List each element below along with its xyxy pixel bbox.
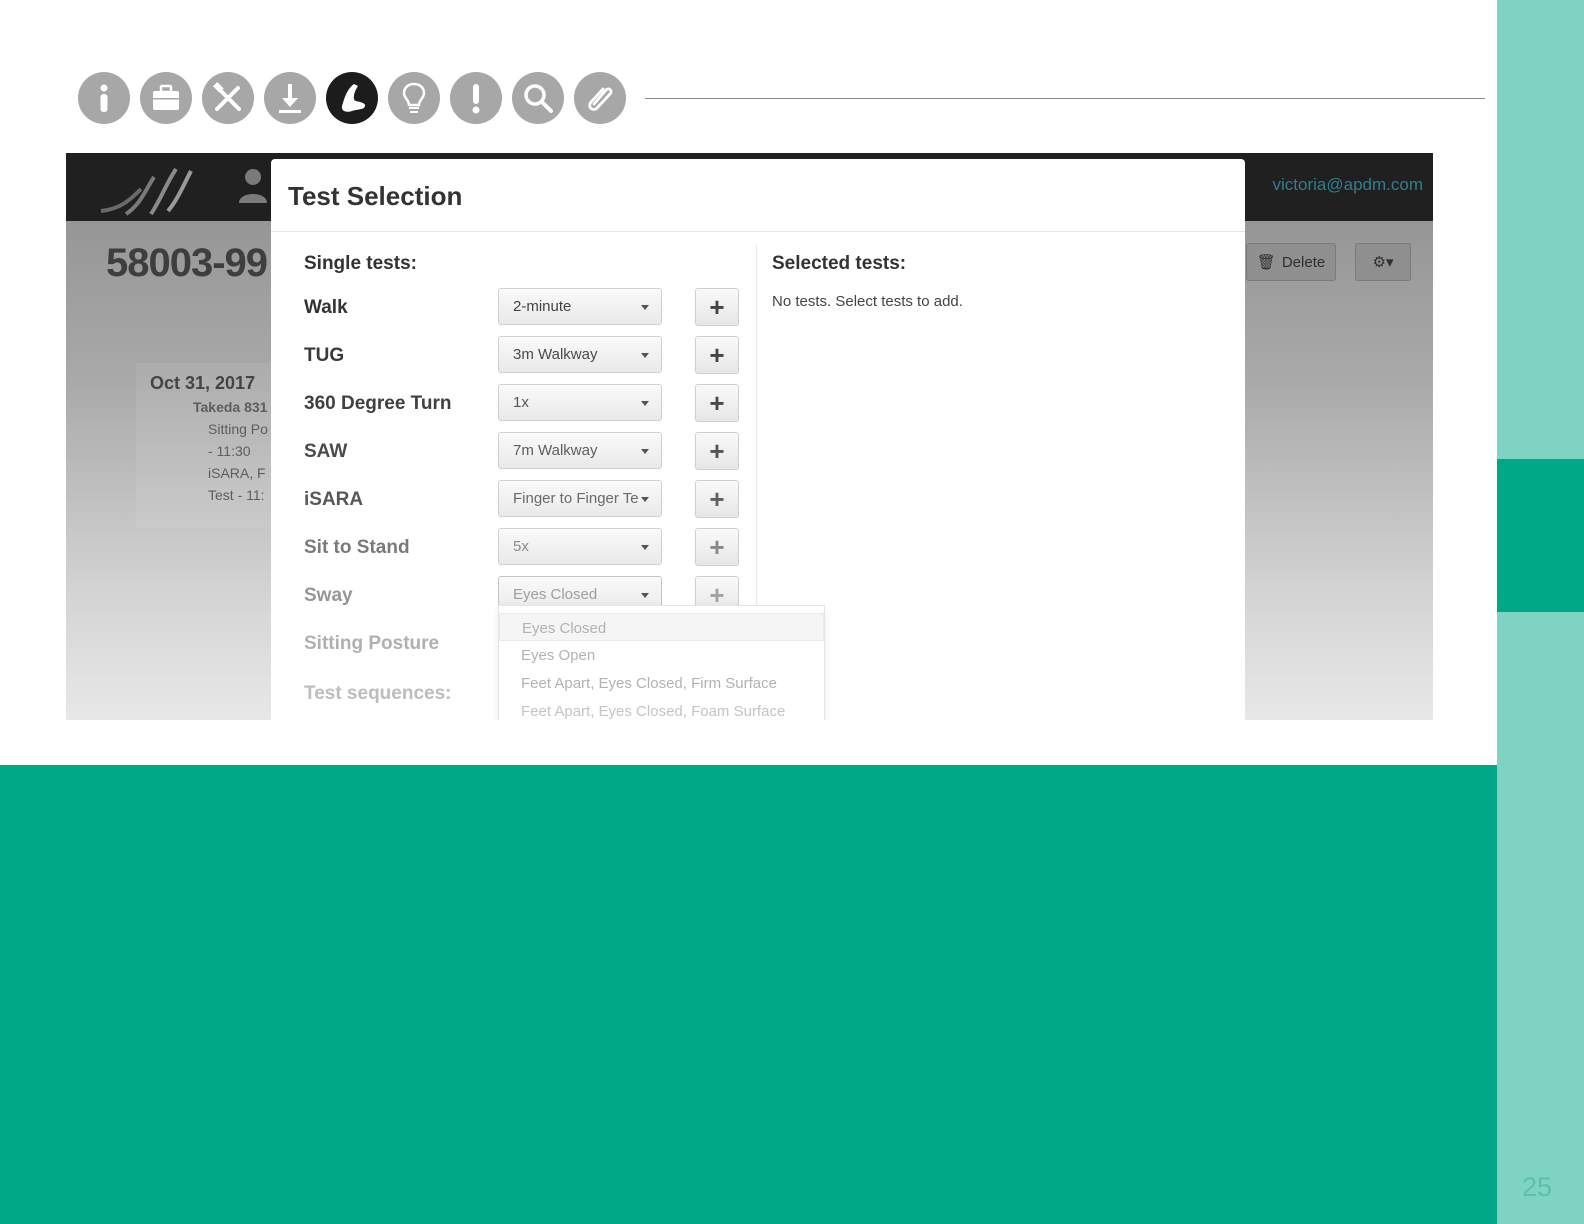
tug-option-select[interactable]: 3m Walkway (498, 336, 662, 373)
add-walk-button[interactable]: + (695, 288, 739, 326)
brand-logo (100, 167, 193, 216)
caret-down-icon (641, 305, 649, 310)
side-accent-strip (1497, 0, 1584, 1224)
test-label: 360 Degree Turn (304, 393, 452, 414)
session-line: iSARA, F (208, 465, 266, 481)
info-icon[interactable] (78, 72, 130, 124)
record-title: 58003-99 (106, 241, 268, 285)
selected-tests-heading: Selected tests: (772, 253, 907, 274)
test-row-sit-to-stand: Sit to Stand 5x + (304, 528, 754, 566)
slide-page: 25 victoria@apdm.com 58003-99 🗑 Delete ⚙… (0, 0, 1584, 1224)
test-label: TUG (304, 345, 345, 366)
test-sequences-heading: Test sequences: (304, 683, 452, 704)
add-sit-to-stand-button[interactable]: + (695, 528, 739, 566)
settings-menu-button[interactable]: ⚙▾ (1355, 243, 1411, 281)
sit-to-stand-option-select[interactable]: 5x (498, 528, 662, 565)
search-icon[interactable] (512, 72, 564, 124)
column-divider (756, 245, 757, 615)
plus-icon: + (709, 436, 725, 466)
caret-down-icon (641, 401, 649, 406)
test-label: Sit to Stand (304, 537, 410, 558)
user-icon[interactable] (238, 167, 268, 203)
add-saw-button[interactable]: + (695, 432, 739, 470)
session-line: Takeda 831 (193, 399, 268, 415)
isara-option-select[interactable]: Finger to Finger Te (498, 480, 662, 517)
trash-icon: 🗑 (1256, 254, 1276, 271)
exclamation-icon[interactable] (450, 72, 502, 124)
session-line: Test - 11: (208, 487, 265, 503)
download-icon[interactable] (264, 72, 316, 124)
single-tests-heading: Single tests: (304, 253, 417, 274)
test-row-saw: SAW 7m Walkway + (304, 432, 754, 470)
plus-icon: + (709, 388, 725, 418)
test-label: Sway (304, 585, 353, 606)
plus-icon: + (709, 340, 725, 370)
walk-option-select[interactable]: 2-minute (498, 288, 662, 325)
select-value: 1x (513, 394, 529, 411)
page-number: 25 (1522, 1172, 1553, 1202)
modal-divider (271, 231, 1245, 232)
foot-icon[interactable] (326, 72, 378, 124)
test-row-360-turn: 360 Degree Turn 1x + (304, 384, 754, 422)
test-label: Sitting Posture (304, 633, 440, 654)
delete-button-label: Delete (1281, 253, 1326, 271)
session-date: Oct 31, 2017 (150, 373, 256, 393)
saw-option-select[interactable]: 7m Walkway (498, 432, 662, 469)
caret-down-icon (641, 593, 649, 598)
add-tug-button[interactable]: + (695, 336, 739, 374)
header-divider (645, 98, 1485, 99)
test-row-walk: Walk 2-minute + (304, 288, 754, 326)
tools-icon[interactable] (202, 72, 254, 124)
caret-down-icon (641, 353, 649, 358)
sway-options-dropdown: Eyes Closed Eyes Open Feet Apart, Eyes C… (498, 605, 825, 720)
session-line: - 11:30 (208, 443, 251, 459)
select-value: Finger to Finger Te (513, 490, 639, 507)
plus-icon: + (709, 292, 725, 322)
turn-option-select[interactable]: 1x (498, 384, 662, 421)
select-value: 7m Walkway (513, 442, 598, 459)
user-email[interactable]: victoria@apdm.com (1273, 175, 1423, 195)
dropdown-option[interactable]: Feet Apart, Eyes Closed, Foam Surface (499, 697, 824, 720)
dropdown-option[interactable]: Eyes Closed (499, 613, 824, 641)
side-accent-block (1497, 459, 1584, 612)
caret-down-icon (641, 497, 649, 502)
delete-button[interactable]: 🗑 Delete (1246, 243, 1336, 281)
session-line: Sitting Po (208, 421, 268, 437)
plus-icon: + (709, 532, 725, 562)
test-label: Walk (304, 297, 348, 318)
app-screenshot: victoria@apdm.com 58003-99 🗑 Delete ⚙▾ O… (66, 153, 1433, 720)
select-value: 2-minute (513, 298, 572, 315)
bottom-accent-band (0, 765, 1497, 1224)
plus-icon: + (709, 484, 725, 514)
caret-down-icon (641, 449, 649, 454)
lightbulb-icon[interactable] (388, 72, 440, 124)
test-row-tug: TUG 3m Walkway + (304, 336, 754, 374)
section-icon-row (78, 72, 626, 124)
test-row-isara: iSARA Finger to Finger Te + (304, 480, 754, 518)
briefcase-icon[interactable] (140, 72, 192, 124)
paperclip-icon[interactable] (574, 72, 626, 124)
modal-title: Test Selection (288, 181, 463, 211)
test-selection-modal: Test Selection Single tests: Selected te… (271, 159, 1245, 720)
add-isara-button[interactable]: + (695, 480, 739, 518)
caret-down-icon (641, 545, 649, 550)
select-value: 5x (513, 538, 529, 555)
test-label: SAW (304, 441, 348, 462)
dropdown-option[interactable]: Feet Apart, Eyes Closed, Firm Surface (499, 669, 824, 697)
add-turn-button[interactable]: + (695, 384, 739, 422)
test-label: iSARA (304, 489, 364, 510)
gear-icon: ⚙▾ (1372, 254, 1394, 271)
selected-tests-empty-message: No tests. Select tests to add. (772, 293, 963, 310)
select-value: Eyes Closed (513, 586, 598, 603)
select-value: 3m Walkway (513, 346, 598, 363)
dropdown-option[interactable]: Eyes Open (499, 641, 824, 669)
